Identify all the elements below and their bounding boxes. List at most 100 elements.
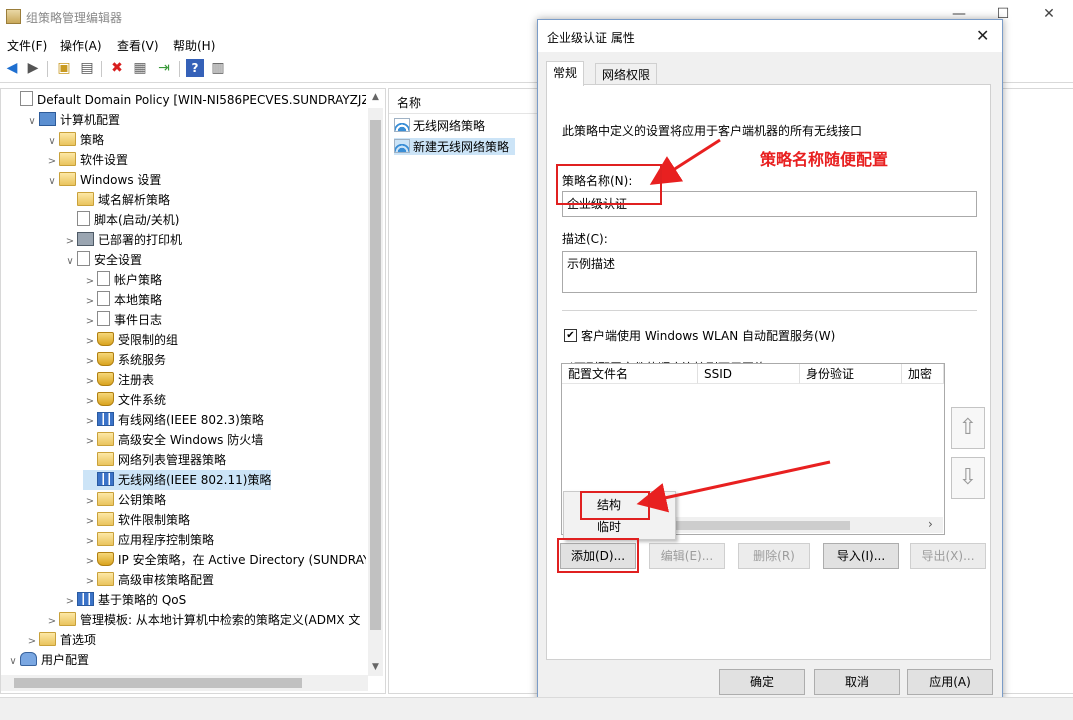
chevron-right-icon[interactable]: >: [45, 152, 59, 170]
tree-node[interactable]: Default Domain Policy [WIN-NI586PECVES.S…: [6, 90, 366, 110]
description-label: 描述(C):: [562, 232, 608, 246]
tree-node[interactable]: > 受限制的组: [83, 330, 178, 350]
column-authentication[interactable]: 身份验证: [800, 364, 902, 384]
chevron-right-icon[interactable]: >: [83, 332, 97, 350]
chevron-right-icon[interactable]: >: [83, 392, 97, 410]
chevron-right-icon[interactable]: >: [83, 432, 97, 450]
tree-node[interactable]: > 本地策略: [83, 290, 162, 310]
chevron-right-icon[interactable]: >: [63, 592, 77, 610]
chevron-right-icon[interactable]: >: [63, 232, 77, 250]
export-icon[interactable]: ⇥: [155, 59, 173, 77]
chevron-down-icon[interactable]: ∨: [6, 652, 20, 670]
column-ssid[interactable]: SSID: [698, 364, 800, 384]
tree-node[interactable]: > 注册表: [83, 370, 154, 390]
chevron-right-icon[interactable]: >: [83, 352, 97, 370]
tree-node-label: 文件系统: [118, 393, 167, 407]
shield-icon: [97, 552, 114, 566]
tree-node-label: 安全设置: [94, 253, 143, 267]
tree-node[interactable]: 无线网络(IEEE 802.11)策略: [83, 470, 272, 490]
move-down-button[interactable]: ⇩: [951, 457, 985, 499]
chevron-right-icon[interactable]: >: [83, 312, 97, 330]
chevron-right-icon[interactable]: >: [83, 572, 97, 590]
list-item[interactable]: 新建无线网络策略: [394, 138, 516, 155]
tree-node[interactable]: > 软件设置: [45, 150, 128, 170]
tab-network-permissions[interactable]: 网络权限: [595, 63, 658, 86]
up-folder-icon[interactable]: ▣: [55, 59, 73, 77]
profile-list-hscroll-thumb[interactable]: [662, 521, 850, 530]
tree-node[interactable]: 网络列表管理器策略: [83, 450, 226, 470]
scroll-right-icon[interactable]: ›: [928, 517, 933, 531]
chevron-right-icon[interactable]: >: [83, 272, 97, 290]
chevron-right-icon[interactable]: >: [45, 612, 59, 630]
chevron-down-icon[interactable]: ∨: [45, 172, 59, 190]
menu-file[interactable]: 文件(F): [7, 37, 47, 54]
tree-node[interactable]: ∨ 策略: [45, 130, 104, 150]
tree-vertical-scroll-thumb[interactable]: [370, 120, 381, 630]
export-button[interactable]: 导出(X)...: [910, 543, 986, 569]
tree-node[interactable]: 脚本(启动/关机): [63, 210, 179, 230]
delete-icon[interactable]: ✖: [108, 59, 126, 77]
chevron-right-icon[interactable]: >: [83, 492, 97, 510]
tree-node[interactable]: > 高级安全 Windows 防火墙: [83, 430, 263, 450]
chevron-down-icon[interactable]: ∨: [45, 132, 59, 150]
close-button[interactable]: ✕: [1038, 6, 1060, 22]
ok-button[interactable]: 确定: [719, 669, 805, 695]
tree-node[interactable]: > 帐户策略: [83, 270, 162, 290]
properties-icon[interactable]: ▦: [131, 59, 149, 77]
scroll-down-icon[interactable]: ▼: [372, 662, 379, 672]
wireless-policy-icon: [394, 139, 410, 153]
chevron-down-icon[interactable]: ∨: [63, 252, 77, 270]
remove-button[interactable]: 删除(R): [738, 543, 810, 569]
description-field[interactable]: 示例描述: [562, 251, 977, 293]
tree-node[interactable]: > 管理模板: 从本地计算机中检索的策略定义(ADMX 文: [45, 610, 360, 630]
tree-node[interactable]: ∨ 计算机配置: [25, 110, 120, 130]
chevron-right-icon[interactable]: >: [83, 532, 97, 550]
tree-node[interactable]: 域名解析策略: [63, 190, 170, 210]
show-tree-icon[interactable]: ▤: [78, 59, 96, 77]
tree-horizontal-scroll-thumb[interactable]: [14, 678, 302, 688]
chevron-right-icon[interactable]: >: [83, 292, 97, 310]
tree-node[interactable]: > 软件限制策略: [83, 510, 190, 530]
list-item[interactable]: 无线网络策略: [394, 117, 485, 134]
back-icon[interactable]: ◀: [3, 59, 21, 77]
view-icon[interactable]: ▥: [209, 59, 227, 77]
chevron-right-icon[interactable]: >: [83, 412, 97, 430]
column-encryption[interactable]: 加密: [902, 364, 944, 384]
tree-node[interactable]: > IP 安全策略，在 Active Directory (SUNDRAY: [83, 550, 366, 570]
wlan-autoconfig-checkbox[interactable]: ✔: [564, 329, 577, 342]
apply-button[interactable]: 应用(A): [907, 669, 993, 695]
tree-node[interactable]: > 首选项: [25, 630, 96, 650]
tree-node[interactable]: > 文件系统: [83, 390, 166, 410]
menu-action[interactable]: 操作(A): [60, 37, 102, 54]
tab-general[interactable]: 常规: [546, 61, 585, 86]
import-button[interactable]: 导入(I)...: [823, 543, 899, 569]
forward-icon[interactable]: ▶: [24, 59, 42, 77]
menu-view[interactable]: 查看(V): [117, 37, 159, 54]
tree-node[interactable]: ∨ Windows 设置: [45, 170, 161, 190]
tree-node[interactable]: ∨ 用户配置: [6, 650, 89, 670]
tree-node[interactable]: > 有线网络(IEEE 802.3)策略: [83, 410, 264, 430]
tree-node[interactable]: > 已部署的打印机: [63, 230, 182, 250]
chevron-right-icon[interactable]: >: [83, 552, 97, 570]
tree-node[interactable]: > 基于策略的 QoS: [63, 590, 186, 610]
tree-node[interactable]: > 事件日志: [83, 310, 162, 330]
tree-node[interactable]: > 系统服务: [83, 350, 166, 370]
help-icon[interactable]: ?: [186, 59, 204, 77]
scroll-up-icon[interactable]: ▲: [372, 92, 379, 102]
list-header[interactable]: 名称: [389, 89, 538, 114]
menu-help[interactable]: 帮助(H): [173, 37, 215, 54]
dialog-close-button[interactable]: ✕: [976, 26, 989, 45]
chevron-right-icon[interactable]: >: [25, 632, 39, 650]
cancel-button[interactable]: 取消: [814, 669, 900, 695]
tree-node[interactable]: ∨ 安全设置: [63, 250, 142, 270]
edit-button[interactable]: 编辑(E)...: [649, 543, 725, 569]
gpo-editor-icon: [6, 9, 21, 24]
move-up-button[interactable]: ⇧: [951, 407, 985, 449]
chevron-down-icon[interactable]: ∨: [25, 112, 39, 130]
column-profile-name[interactable]: 配置文件名: [562, 364, 698, 384]
tree-node[interactable]: > 高级审核策略配置: [83, 570, 214, 590]
chevron-right-icon[interactable]: >: [83, 512, 97, 530]
tree-node[interactable]: > 公钥策略: [83, 490, 166, 510]
chevron-right-icon[interactable]: >: [83, 372, 97, 390]
tree-node[interactable]: > 应用程序控制策略: [83, 530, 214, 550]
